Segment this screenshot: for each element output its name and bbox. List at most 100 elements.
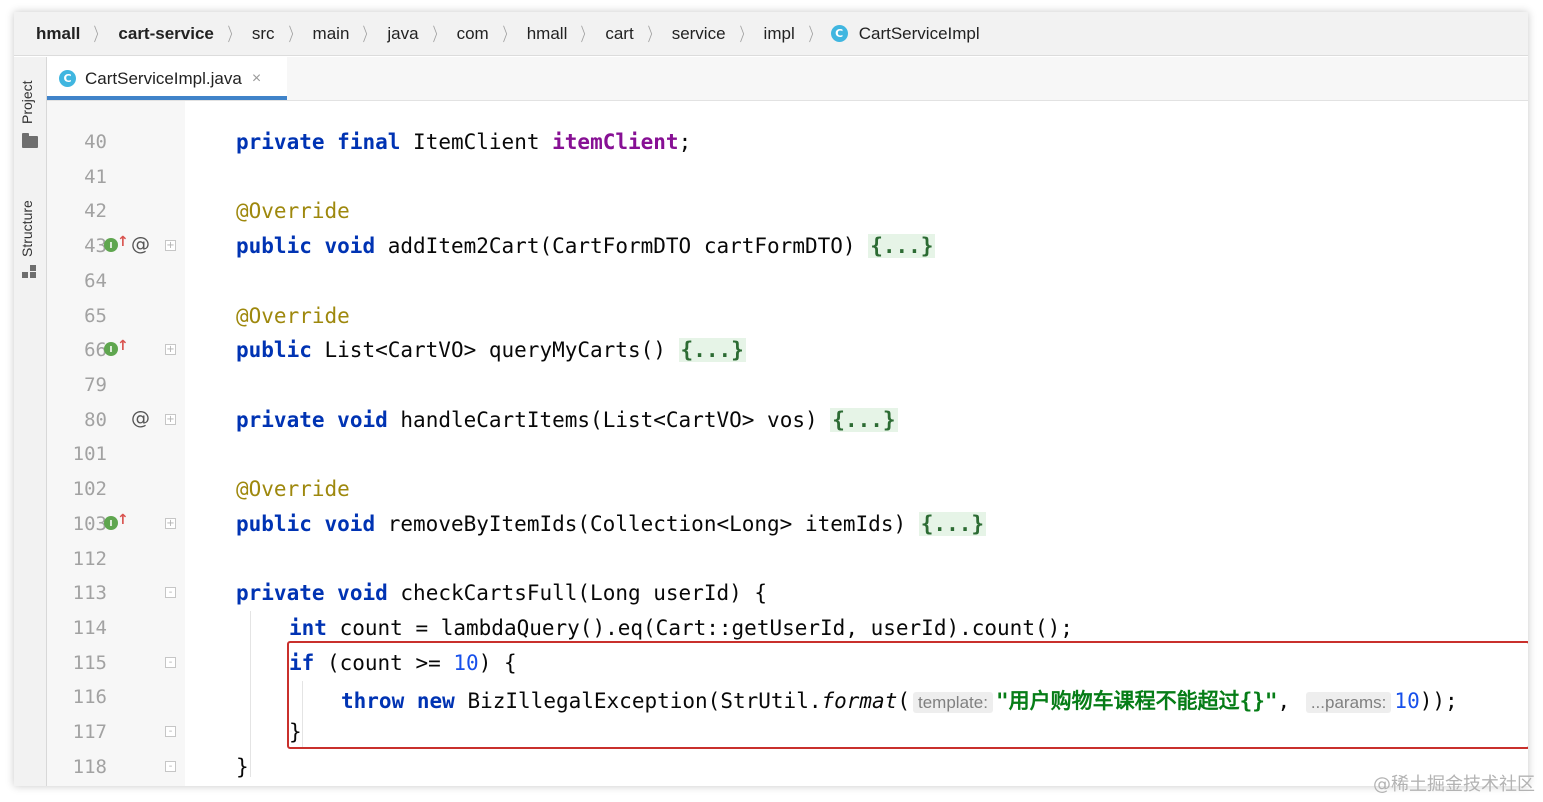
folded-block[interactable]: {...} — [678, 338, 746, 362]
code-line: 43 I ↑ @ + public void addItem2Cart(Cart… — [47, 230, 1528, 265]
breadcrumb-item-com[interactable]: com 〉 — [455, 21, 525, 47]
fold-plus-icon[interactable]: + — [165, 414, 176, 425]
active-tab-indicator — [47, 96, 287, 100]
keyword: private — [236, 130, 325, 154]
line-number: 113 — [72, 582, 107, 604]
statement: count = lambdaQuery().eq(Cart::getUserId… — [339, 616, 1073, 640]
fold-minus-icon[interactable]: - — [165, 726, 176, 737]
fold-plus-icon[interactable]: + — [165, 518, 176, 529]
tab-cartserviceimpl[interactable]: C CartServiceImpl.java × — [47, 57, 287, 100]
folded-block[interactable]: {...} — [830, 408, 898, 432]
line-number: 118 — [72, 756, 107, 778]
annotation: @Override — [236, 199, 350, 223]
breadcrumb-item-service[interactable]: service 〉 — [670, 21, 762, 47]
line-number: 66 — [84, 339, 107, 361]
code-line: 66 I ↑ + public List<CartVO> queryMyCart… — [47, 334, 1528, 369]
line-number: 79 — [84, 374, 107, 396]
line-number: 112 — [72, 548, 107, 570]
chevron-right-icon: 〉 — [647, 24, 659, 45]
breadcrumb-item-main[interactable]: main 〉 — [311, 21, 386, 47]
fold-plus-icon[interactable]: + — [165, 344, 176, 355]
implements-icon[interactable]: I — [104, 238, 118, 252]
code-text: private void checkCartsFull(Long userId)… — [236, 581, 767, 605]
code-line: 101 — [47, 438, 1528, 473]
keyword: int — [289, 616, 327, 640]
class-icon: C — [830, 25, 848, 42]
code-line: 118 - } — [47, 751, 1528, 786]
method-signature: addItem2Cart(CartFormDTO cartFormDTO) — [387, 234, 856, 258]
breadcrumb-item-hmall-pkg[interactable]: hmall 〉 — [525, 21, 604, 47]
breadcrumb-label: service — [671, 23, 726, 43]
override-arrow-icon[interactable]: ↑ — [117, 512, 129, 528]
project-tool-button[interactable]: Project — [19, 80, 35, 124]
at-icon[interactable]: @ — [131, 407, 150, 429]
folder-icon[interactable] — [22, 133, 38, 148]
type-name: ItemClient — [413, 130, 540, 154]
chevron-right-icon: 〉 — [739, 24, 750, 45]
keyword: void — [324, 234, 376, 258]
keyword: void — [324, 512, 376, 536]
tool-window-strip: Project Structure — [14, 57, 47, 786]
indent-guide — [250, 611, 251, 777]
method-signature: handleCartItems(List<CartVO> vos) — [400, 408, 818, 432]
keyword: void — [337, 581, 388, 605]
line-number: 114 — [72, 617, 107, 639]
keyword: public — [236, 512, 312, 536]
highlight-box — [287, 641, 1528, 749]
folded-block[interactable]: {...} — [918, 512, 986, 536]
implements-icon[interactable]: I — [104, 342, 118, 356]
breadcrumb-item-class[interactable]: C CartServiceImpl — [830, 24, 982, 44]
folded-block[interactable]: {...} — [868, 234, 936, 258]
annotation: @Override — [236, 477, 350, 501]
close-icon[interactable]: × — [252, 70, 261, 88]
tab-label: CartServiceImpl.java — [85, 68, 242, 88]
chevron-right-icon: 〉 — [580, 24, 592, 45]
override-arrow-icon[interactable]: ↑ — [117, 338, 129, 354]
keyword: public — [236, 338, 312, 362]
structure-tool-button[interactable]: Structure — [19, 200, 35, 257]
keyword: private — [236, 408, 325, 432]
code-line: 102 @Override — [47, 473, 1528, 508]
line-number: 39 — [47, 101, 107, 102]
code-line: 64 — [47, 265, 1528, 300]
line-number: 102 — [72, 478, 107, 500]
implements-icon[interactable]: I — [104, 516, 118, 530]
override-arrow-icon[interactable]: ↑ — [117, 234, 129, 250]
line-number: 103 — [72, 513, 107, 535]
line-number: 117 — [72, 721, 107, 743]
breadcrumb-label: src — [251, 23, 275, 43]
chevron-right-icon: 〉 — [227, 24, 239, 45]
breadcrumb-item-impl[interactable]: impl 〉 — [762, 21, 831, 47]
breadcrumb-label: main — [312, 23, 350, 43]
breadcrumb-item-cart[interactable]: cart 〉 — [603, 21, 669, 47]
line-number: 42 — [84, 200, 107, 222]
structure-icon[interactable] — [22, 265, 38, 279]
code-text: private void handleCartItems(List<CartVO… — [236, 408, 898, 432]
breadcrumb-item-hmall[interactable]: hmall 〉 — [34, 21, 116, 47]
fold-minus-icon[interactable]: - — [165, 657, 176, 668]
chevron-right-icon: 〉 — [808, 24, 820, 45]
code-text: public void removeByItemIds(Collection<L… — [236, 512, 986, 536]
at-icon[interactable]: @ — [131, 233, 150, 255]
breadcrumb-item-java[interactable]: java 〉 — [385, 21, 454, 47]
fold-plus-icon[interactable]: + — [165, 240, 176, 251]
line-number: 101 — [72, 443, 107, 465]
line-number: 40 — [84, 131, 107, 153]
breadcrumb: hmall 〉 cart-service 〉 src 〉 main 〉 java 〉 co… — [14, 12, 1528, 56]
line-number: 115 — [72, 652, 107, 674]
line-number: 80 — [84, 409, 107, 431]
breadcrumb-item-src[interactable]: src 〉 — [250, 21, 311, 47]
code-text: public void addItem2Cart(CartFormDTO car… — [236, 234, 936, 258]
code-text: @Override — [236, 304, 350, 328]
keyword: public — [236, 234, 312, 258]
code-line: 40 private final ItemClient itemClient; — [47, 126, 1528, 161]
breadcrumb-label: impl — [763, 23, 795, 43]
code-editor[interactable]: 39 40 private final ItemClient itemClien… — [47, 101, 1528, 786]
breadcrumb-item-cart-service[interactable]: cart-service 〉 — [116, 21, 249, 47]
method-signature: List<CartVO> queryMyCarts() — [324, 338, 666, 362]
fold-minus-icon[interactable]: - — [165, 587, 176, 598]
fold-minus-icon[interactable]: - — [165, 761, 176, 772]
keyword: void — [337, 408, 388, 432]
breadcrumb-label: cart-service — [118, 23, 214, 43]
breadcrumb-label: java — [387, 23, 419, 43]
